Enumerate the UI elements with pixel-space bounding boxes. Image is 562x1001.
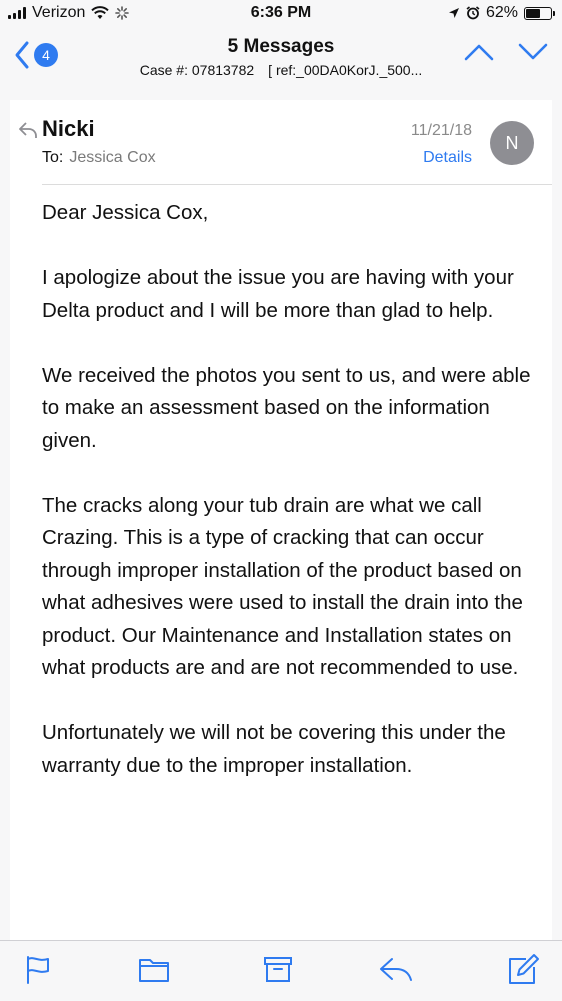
body-paragraph: The cracks along your tub drain are what… bbox=[42, 493, 523, 680]
battery-percent: 62% bbox=[485, 4, 518, 21]
back-button[interactable]: 4 bbox=[14, 40, 58, 70]
message-date: 11/21/18 bbox=[410, 122, 472, 139]
message-nav-arrows bbox=[464, 42, 548, 62]
recipient-name[interactable]: Jessica Cox bbox=[69, 149, 155, 166]
message-card: Nicki To: Jessica Cox 11/21/18 Details N … bbox=[10, 100, 552, 942]
case-number: Case #: 07813782 bbox=[139, 62, 255, 78]
battery-icon bbox=[524, 6, 555, 20]
body-paragraph: I apologize about the issue you are havi… bbox=[42, 266, 514, 322]
unread-count-badge: 4 bbox=[34, 43, 58, 67]
folder-icon[interactable] bbox=[138, 955, 170, 983]
flag-icon[interactable] bbox=[24, 955, 52, 985]
thread-title: 5 Messages bbox=[227, 36, 335, 57]
to-label: To: bbox=[42, 149, 64, 166]
avatar[interactable]: N bbox=[490, 121, 534, 165]
status-bar: Verizon 6:36 PM 62% bbox=[0, 0, 562, 30]
battery-fill bbox=[526, 8, 540, 18]
to-line: To: Jessica Cox bbox=[42, 149, 156, 167]
compose-icon[interactable] bbox=[506, 953, 540, 987]
status-right: 62% bbox=[448, 4, 555, 22]
bottom-toolbar bbox=[0, 940, 562, 1001]
previous-message-chevron-up-icon[interactable] bbox=[464, 42, 494, 62]
location-arrow-icon bbox=[448, 8, 459, 18]
header-divider bbox=[42, 184, 552, 185]
details-link[interactable]: Details bbox=[423, 149, 472, 167]
message-body: Dear Jessica Cox, I apologize about the … bbox=[42, 197, 542, 815]
archive-icon[interactable] bbox=[263, 955, 293, 983]
sender-name: Nicki bbox=[42, 116, 95, 141]
alarm-icon bbox=[466, 6, 480, 20]
body-paragraph: Dear Jessica Cox, bbox=[42, 201, 209, 224]
next-message-chevron-down-icon[interactable] bbox=[518, 42, 548, 62]
body-paragraph: We received the photos you sent to us, a… bbox=[42, 363, 531, 452]
thread-subtitle: Case #: 07813782 [ ref:_00DA0KorJ._500... bbox=[110, 62, 452, 78]
case-ref: [ ref:_00DA0KorJ._500... bbox=[268, 62, 423, 78]
nav-bar: 4 5 Messages Case #: 07813782 [ ref:_00DA… bbox=[0, 30, 562, 90]
reply-icon[interactable] bbox=[378, 955, 414, 983]
replied-indicator-icon bbox=[19, 122, 37, 138]
body-paragraph: Unfortunately we will not be covering th… bbox=[42, 721, 506, 777]
chevron-left-icon bbox=[15, 41, 29, 69]
